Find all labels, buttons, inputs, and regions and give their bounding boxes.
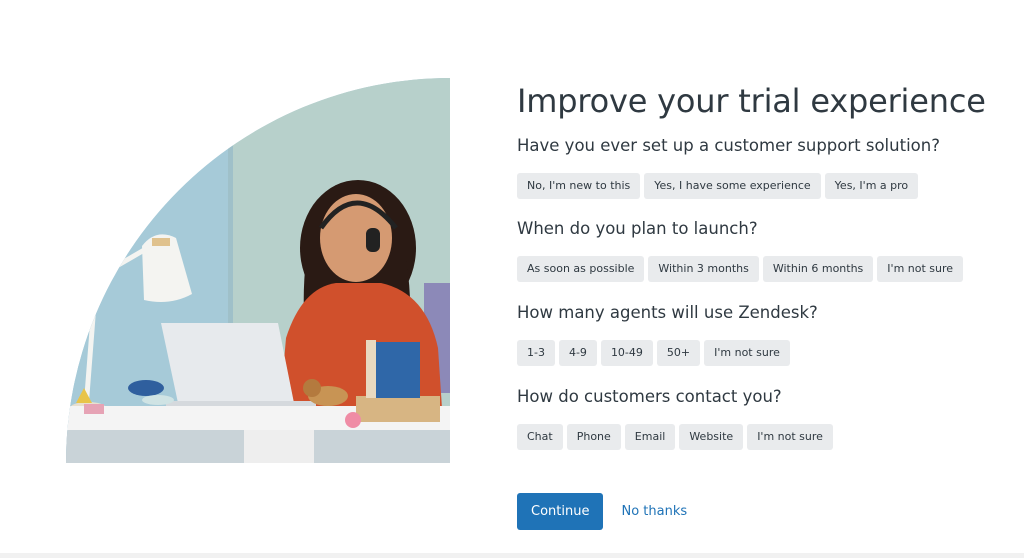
continue-button[interactable]: Continue xyxy=(517,493,604,530)
question-label: When do you plan to launch? xyxy=(517,219,758,238)
page-title: Improve your trial experience xyxy=(517,82,986,120)
question-label: How do customers contact you? xyxy=(517,387,782,406)
question-support-experience: Have you ever set up a customer support … xyxy=(517,135,1017,199)
woman-at-laptop-image xyxy=(66,78,450,463)
trial-survey-page: Improve your trial experience Have you e… xyxy=(0,0,1024,558)
survey-form: Improve your trial experience Have you e… xyxy=(517,80,1007,530)
question-contact-channels: How do customers contact you? Chat Phone… xyxy=(517,386,1017,450)
option-not-sure-button[interactable]: I'm not sure xyxy=(877,256,964,282)
option-phone-button[interactable]: Phone xyxy=(566,424,621,450)
question-agent-count: How many agents will use Zendesk? 1-3 4-… xyxy=(517,302,1017,366)
question-launch-timing: When do you plan to launch? As soon as p… xyxy=(517,218,1017,282)
option-website-button[interactable]: Website xyxy=(679,424,744,450)
option-group: Chat Phone Email Website I'm not sure xyxy=(517,424,1017,450)
option-not-sure-button[interactable]: I'm not sure xyxy=(747,424,833,450)
option-pro-button[interactable]: Yes, I'm a pro xyxy=(824,173,919,199)
form-actions: Continue No thanks xyxy=(517,493,687,530)
option-4-9-button[interactable]: 4-9 xyxy=(558,340,597,366)
option-1-3-button[interactable]: 1-3 xyxy=(517,340,555,366)
bottom-divider xyxy=(0,553,1024,558)
option-new-to-this-button[interactable]: No, I'm new to this xyxy=(517,173,641,199)
option-10-49-button[interactable]: 10-49 xyxy=(600,340,653,366)
option-chat-button[interactable]: Chat xyxy=(517,424,563,450)
option-group: 1-3 4-9 10-49 50+ I'm not sure xyxy=(517,340,1017,366)
option-3-months-button[interactable]: Within 3 months xyxy=(648,256,759,282)
option-group: As soon as possible Within 3 months With… xyxy=(517,256,1017,282)
question-label: How many agents will use Zendesk? xyxy=(517,303,818,322)
option-some-experience-button[interactable]: Yes, I have some experience xyxy=(644,173,821,199)
option-not-sure-button[interactable]: I'm not sure xyxy=(704,340,790,366)
no-thanks-link[interactable]: No thanks xyxy=(621,504,687,519)
hero-illustration xyxy=(66,78,450,463)
option-50-plus-button[interactable]: 50+ xyxy=(656,340,701,366)
option-asap-button[interactable]: As soon as possible xyxy=(517,256,645,282)
option-group: No, I'm new to this Yes, I have some exp… xyxy=(517,173,1017,199)
question-label: Have you ever set up a customer support … xyxy=(517,136,940,155)
option-6-months-button[interactable]: Within 6 months xyxy=(762,256,874,282)
option-email-button[interactable]: Email xyxy=(624,424,676,450)
